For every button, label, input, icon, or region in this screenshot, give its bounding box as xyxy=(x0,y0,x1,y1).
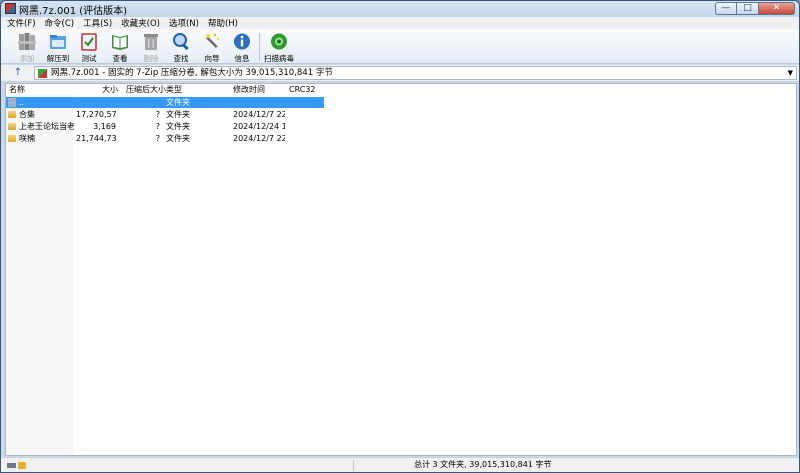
column-name[interactable]: 名称 xyxy=(9,84,25,95)
row-type: 文件夹 xyxy=(166,110,190,119)
row-type: 文件夹 xyxy=(166,98,190,107)
parent-folder-icon xyxy=(8,98,16,107)
test-clipboard-icon xyxy=(81,33,97,51)
menu-favorites[interactable]: 收藏夹(O) xyxy=(121,17,160,29)
row-modified: 2024/12/7 22... xyxy=(233,134,285,143)
row-modified: 2024/12/24 1... xyxy=(233,122,285,131)
column-modified[interactable]: 修改时间 xyxy=(233,84,265,95)
maximize-button[interactable]: □ xyxy=(737,2,759,15)
folder-icon xyxy=(8,135,16,142)
folder-icon xyxy=(8,123,16,130)
close-button[interactable]: ✕ xyxy=(759,2,795,15)
archive-books-icon xyxy=(18,33,36,50)
menu-help[interactable]: 帮助(H) xyxy=(208,17,238,29)
archive-icon xyxy=(38,69,47,78)
trash-can-icon xyxy=(144,34,158,50)
row-type: 文件夹 xyxy=(166,134,190,143)
file-list[interactable]: 名称 大小 压缩后大小 类型 修改时间 CRC32 .. 文件夹 合集 17,2… xyxy=(5,83,797,456)
window-title: 网黑.7z.001 (评估版本) xyxy=(19,6,128,17)
row-name: 上老王论坛当老王 xyxy=(19,122,74,131)
row-name: .. xyxy=(19,98,25,107)
row-size: 21,744,73... xyxy=(76,134,116,143)
column-type[interactable]: 类型 xyxy=(166,84,182,95)
row-packed: ? xyxy=(155,134,160,143)
up-folder-button[interactable]: ↑ xyxy=(11,66,25,80)
status-total: 总计 3 文件夹, 39,015,310,841 字节 xyxy=(414,460,552,469)
winrar-window: 网黑.7z.001 (评估版本) — □ ✕ 文件(F) 命令(C) 工具(S)… xyxy=(0,0,800,473)
status-bar: 总计 3 文件夹, 39,015,310,841 字节 xyxy=(1,457,799,472)
column-size[interactable]: 大小 xyxy=(102,84,118,95)
app-icon xyxy=(5,3,16,14)
menu-options[interactable]: 选项(N) xyxy=(169,17,199,29)
table-row[interactable]: .. 文件夹 xyxy=(6,97,324,108)
address-bar: ↑ 网黑.7z.001 - 固实的 7-Zip 压缩分卷, 解包大小为 39,0… xyxy=(1,65,799,82)
address-path: 网黑.7z.001 - 固实的 7-Zip 压缩分卷, 解包大小为 39,015… xyxy=(51,68,333,78)
column-packed[interactable]: 压缩后大小 xyxy=(126,84,166,95)
row-size: 3,169 xyxy=(93,122,116,131)
scan-virus-button[interactable]: 扫描病毒 xyxy=(264,31,294,63)
info-label: 信息 xyxy=(234,54,250,63)
name-column-background xyxy=(6,95,73,455)
row-packed: ? xyxy=(155,122,160,131)
menu-tools[interactable]: 工具(S) xyxy=(83,17,112,29)
row-packed: ? xyxy=(155,110,160,119)
row-type: 文件夹 xyxy=(166,122,190,131)
info-button[interactable]: 信息 xyxy=(227,31,257,63)
menu-bar: 文件(F) 命令(C) 工具(S) 收藏夹(O) 选项(N) 帮助(H) xyxy=(1,17,799,29)
info-circle-icon xyxy=(234,33,250,50)
table-row[interactable]: 咲楠 21,744,73... ? 文件夹 2024/12/7 22... xyxy=(6,133,324,144)
address-field[interactable]: 网黑.7z.001 - 固实的 7-Zip 压缩分卷, 解包大小为 39,015… xyxy=(34,66,797,80)
toolbar: 添加 解压到 测试 查看 删除 查找 向导 信息 扫描病毒 xyxy=(1,29,799,64)
scan-virus-label: 扫描病毒 xyxy=(264,54,294,63)
magnifier-icon xyxy=(173,33,189,51)
row-name: 合集 xyxy=(19,110,35,119)
address-dropdown-icon[interactable]: ▼ xyxy=(788,67,793,80)
title-bar[interactable]: 网黑.7z.001 (评估版本) — □ ✕ xyxy=(1,1,799,17)
virus-scan-icon xyxy=(271,33,287,50)
drive-key-icon xyxy=(7,462,26,469)
row-modified: 2024/12/7 22... xyxy=(233,110,285,119)
magic-wand-icon xyxy=(205,33,220,49)
menu-file[interactable]: 文件(F) xyxy=(7,17,36,29)
status-separator xyxy=(353,460,354,471)
window-controls: — □ ✕ xyxy=(715,2,795,15)
row-name: 咲楠 xyxy=(19,134,35,143)
row-size: 17,270,57... xyxy=(76,110,116,119)
open-book-icon xyxy=(112,35,128,50)
column-crc[interactable]: CRC32 xyxy=(289,84,316,95)
list-header: 名称 大小 压缩后大小 类型 修改时间 CRC32 xyxy=(6,84,796,95)
menu-commands[interactable]: 命令(C) xyxy=(45,17,75,29)
status-separator xyxy=(529,460,530,471)
folder-extract-icon xyxy=(50,35,66,49)
folder-icon xyxy=(8,111,16,118)
minimize-button[interactable]: — xyxy=(715,2,737,15)
table-row[interactable]: 合集 17,270,57... ? 文件夹 2024/12/7 22... xyxy=(6,109,324,120)
table-row[interactable]: 上老王论坛当老王 3,169 ? 文件夹 2024/12/24 1... xyxy=(6,121,324,132)
